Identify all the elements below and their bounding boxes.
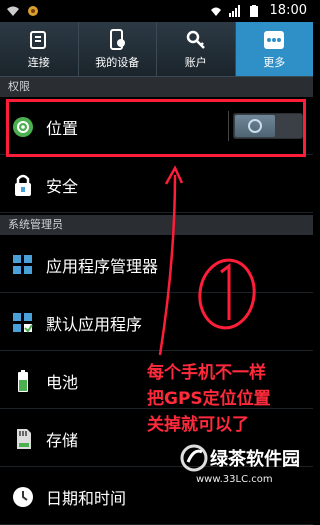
storage-sd-card-icon: [17, 428, 31, 449]
tab-label: 连接: [27, 55, 50, 69]
battery-icon: [249, 5, 258, 17]
connection-icon: [29, 30, 46, 49]
clock-icon: [13, 486, 33, 507]
section-header-permissions: 权限: [0, 77, 313, 97]
row-label: 电池: [46, 372, 79, 392]
lock-icon: [15, 174, 31, 196]
annotation-line-1: 每个手机不一样: [147, 363, 266, 383]
tab-more[interactable]: 更多: [235, 22, 313, 76]
settings-row-app-manager[interactable]: 应用程序管理器: [0, 237, 313, 293]
row-label: 位置: [46, 118, 79, 138]
tab-connections[interactable]: 连接: [0, 22, 79, 76]
watermark-brand: 绿茶软件园: [210, 448, 300, 470]
section-header-system-manager: 系统管理员: [0, 215, 313, 235]
battery-icon: [18, 369, 28, 392]
account-key-icon: [186, 30, 205, 49]
tab-accounts[interactable]: 账户: [157, 22, 236, 76]
row-label: 默认应用程序: [46, 314, 143, 334]
row-label: 存储: [46, 430, 79, 450]
settings-tab-bar: 连接 我的设备 账户 更多: [0, 22, 313, 77]
annotation-line-3: 关掉就可以了: [147, 415, 249, 435]
tab-label: 更多: [263, 55, 286, 69]
status-bar: 18:00: [0, 0, 313, 22]
wifi-signal-icon: [7, 6, 19, 16]
tab-label: 账户: [184, 55, 207, 69]
annotation-line-2: 把GPS定位位置: [147, 389, 271, 409]
settings-row-location[interactable]: 位置: [0, 99, 313, 155]
settings-row-default-apps[interactable]: 默认应用程序: [0, 295, 313, 351]
wifi-icon: [210, 7, 221, 16]
tab-my-device[interactable]: 我的设备: [79, 22, 157, 76]
location-toggle[interactable]: [233, 113, 303, 139]
toggle-knob: [235, 115, 275, 137]
row-label: 安全: [46, 176, 79, 196]
row-divider: [228, 111, 229, 141]
app-grid-icon: [13, 254, 32, 274]
tab-label: 我的设备: [95, 55, 140, 69]
watermark-url: www.33LC.com: [196, 474, 273, 485]
more-dots-icon: [264, 30, 285, 49]
device-icon: [110, 28, 126, 50]
row-label: 应用程序管理器: [46, 256, 159, 276]
default-apps-check-icon: [13, 312, 33, 333]
location-icon: [13, 116, 33, 137]
app-notification-icon: [28, 6, 38, 16]
watermark-logo: 绿茶软件园: [180, 444, 300, 472]
annotation-text: 每个手机不一样 把GPS定位位置 关掉就可以了: [147, 360, 271, 438]
status-time: 18:00: [269, 3, 307, 18]
settings-row-security[interactable]: 安全: [0, 157, 313, 213]
signal-strength-icon: [228, 5, 240, 17]
